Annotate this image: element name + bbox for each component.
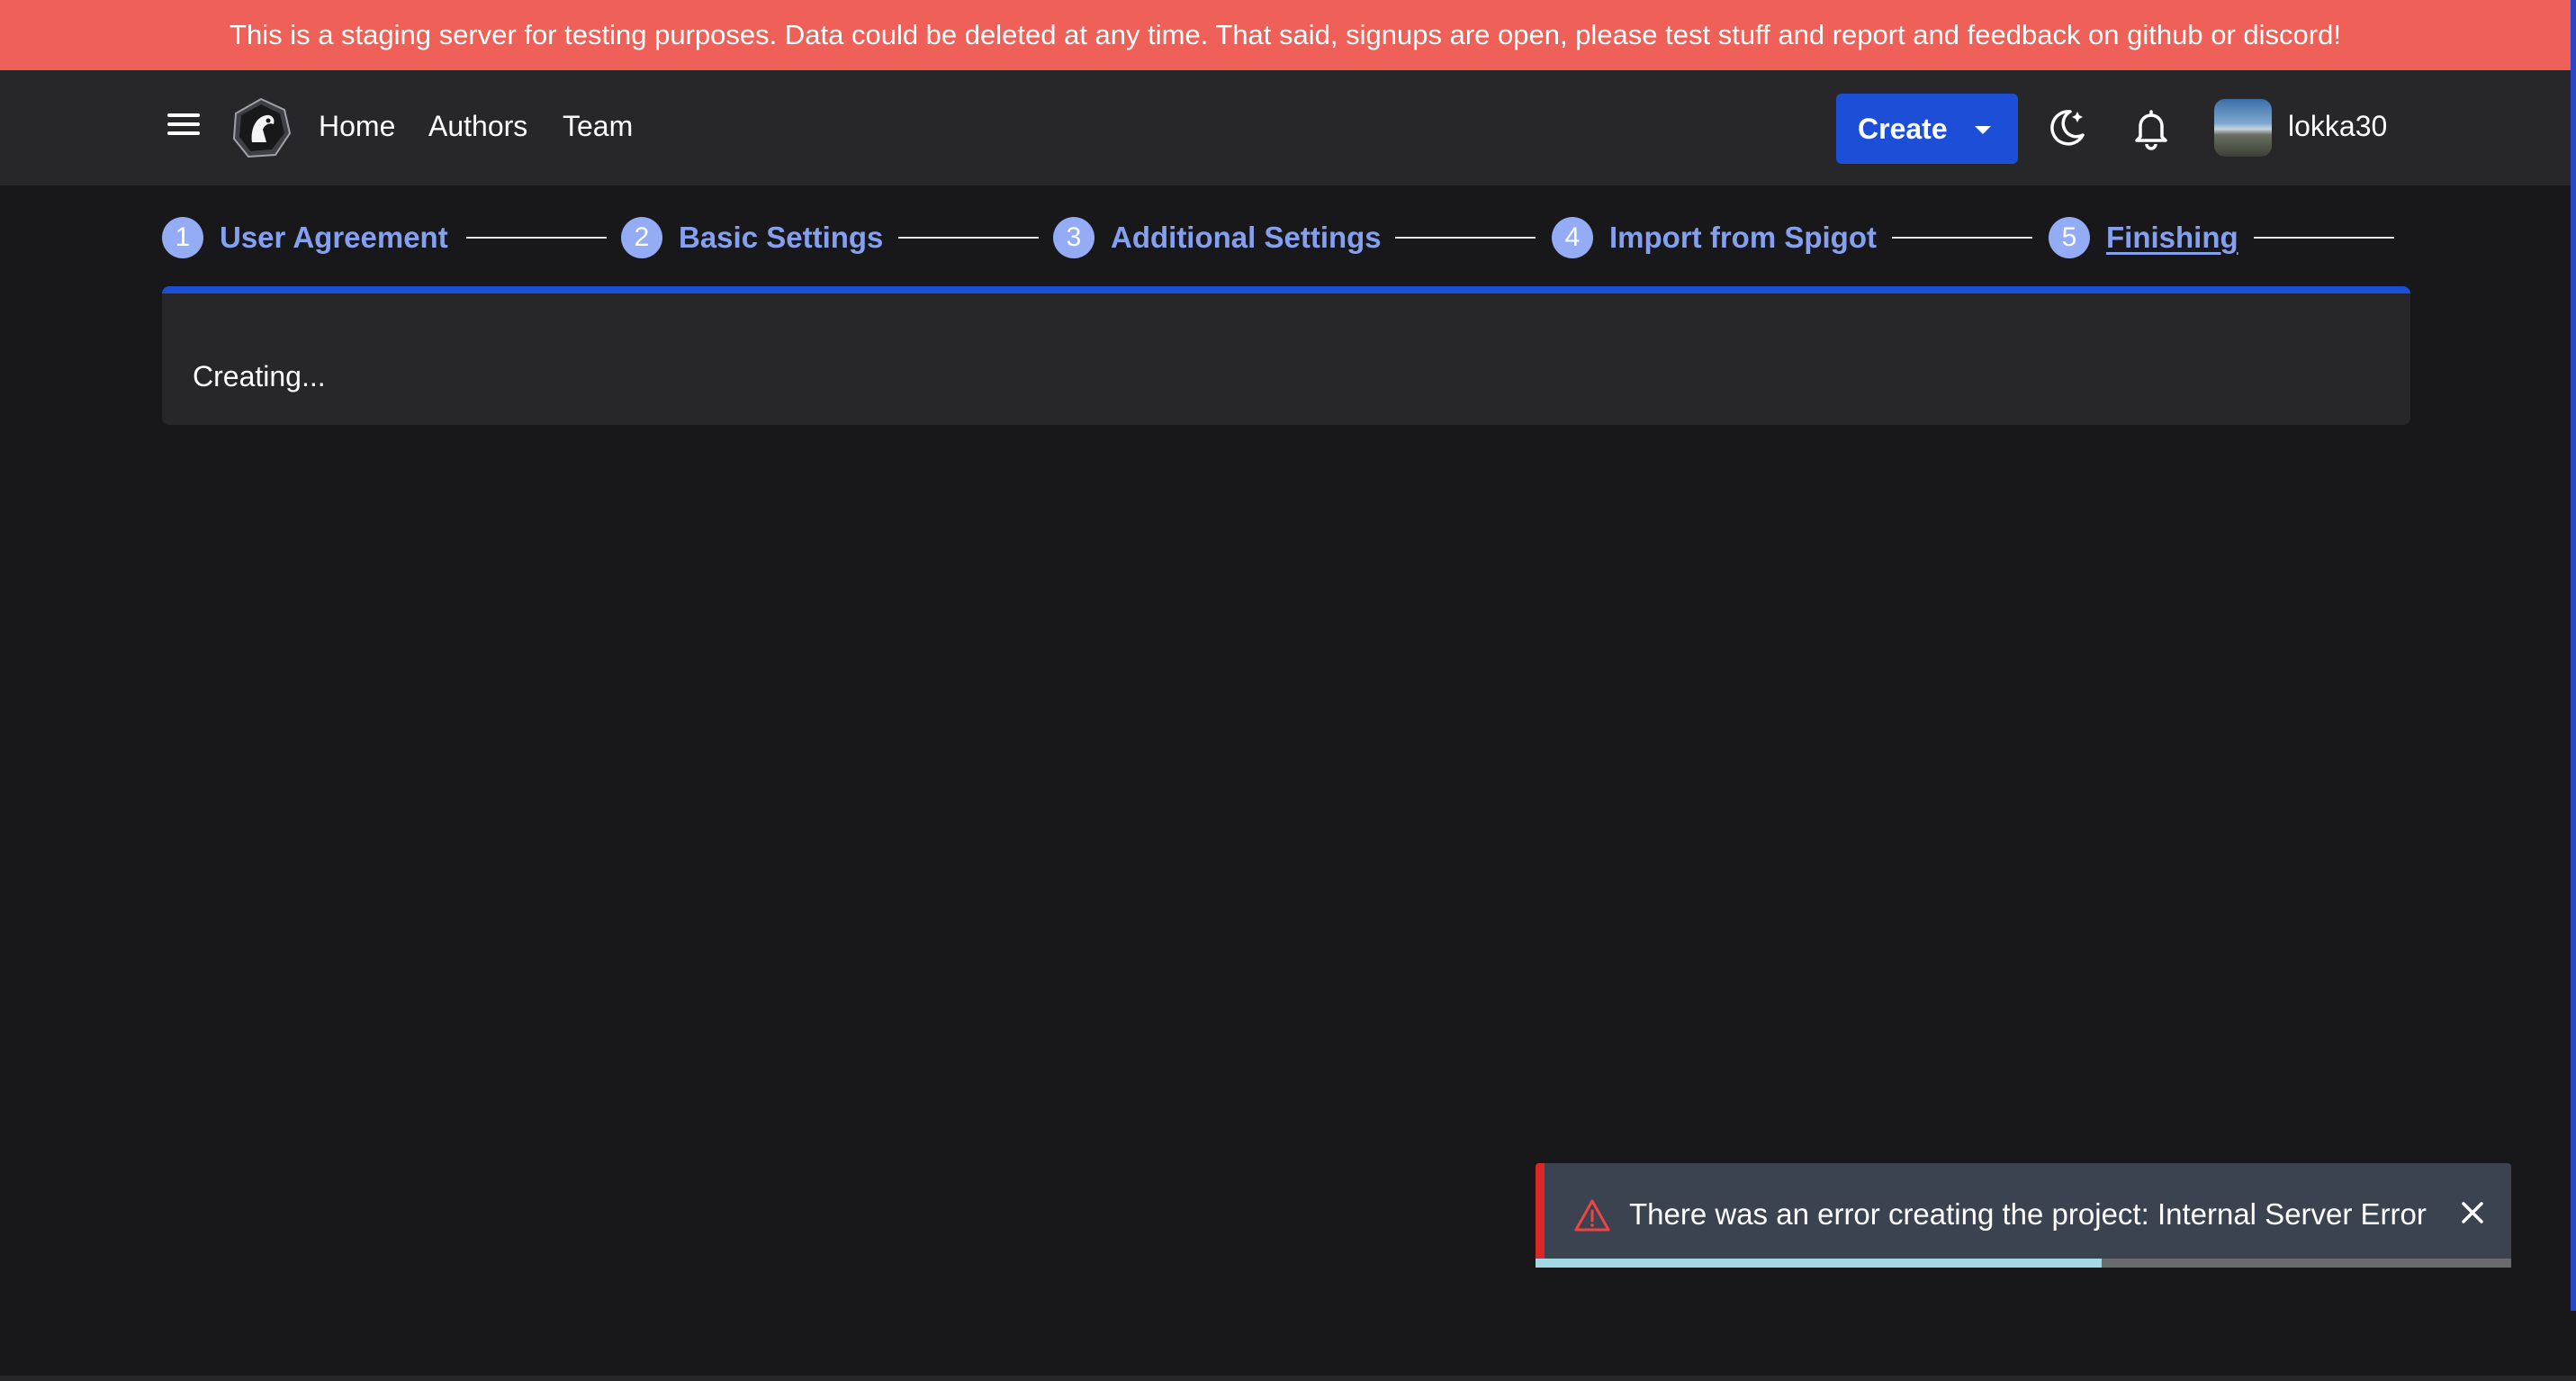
warning-triangle-icon — [1574, 1199, 1610, 1232]
bottom-strip — [0, 1376, 2576, 1381]
creating-status-text: Creating... — [193, 360, 326, 393]
step-connector — [466, 237, 607, 239]
step-number: 4 — [1552, 217, 1593, 258]
step-label: Basic Settings — [679, 221, 884, 254]
step-number: 2 — [621, 217, 662, 258]
toast-timer-fill — [1536, 1259, 2102, 1268]
step-basic-settings[interactable]: 2 Basic Settings — [621, 214, 883, 261]
toast-message: There was an error creating the project:… — [1629, 1197, 2427, 1231]
nav-authors-link[interactable]: Authors — [428, 110, 527, 143]
step-additional-settings[interactable]: 3 Additional Settings — [1053, 214, 1382, 261]
create-dropdown-button[interactable]: Create — [1836, 94, 2018, 164]
step-label: Additional Settings — [1111, 221, 1382, 254]
create-button-label: Create — [1858, 112, 1948, 145]
username-link[interactable]: lokka30 — [2288, 110, 2387, 143]
step-user-agreement[interactable]: 1 User Agreement — [162, 214, 448, 261]
toast-timer-progress — [1536, 1259, 2511, 1268]
step-connector — [2254, 237, 2394, 239]
finishing-card: Creating... — [162, 286, 2410, 425]
step-import-from-spigot[interactable]: 4 Import from Spigot — [1552, 214, 1877, 261]
caret-down-icon — [1975, 126, 1991, 134]
page: This is a staging server for testing pur… — [0, 0, 2576, 1381]
step-finishing[interactable]: 5 Finishing — [2049, 214, 2238, 261]
user-avatar[interactable] — [2214, 99, 2272, 157]
top-navbar: Home Authors Team Create lokka30 — [0, 70, 2571, 185]
staging-banner: This is a staging server for testing pur… — [0, 0, 2571, 70]
step-connector — [898, 237, 1039, 239]
hamburger-menu-icon[interactable] — [162, 110, 205, 146]
step-label-active: Finishing — [2106, 221, 2238, 254]
notifications-bell-icon[interactable] — [2128, 104, 2175, 151]
error-toast: There was an error creating the project:… — [1536, 1163, 2511, 1268]
step-connector — [1892, 237, 2032, 239]
step-number: 3 — [1053, 217, 1094, 258]
step-label: Import from Spigot — [1609, 221, 1877, 254]
project-creation-stepper: 1 User Agreement 2 Basic Settings 3 Addi… — [162, 214, 2394, 261]
close-icon[interactable] — [2457, 1197, 2488, 1228]
step-number: 5 — [2049, 217, 2090, 258]
nav-team-link[interactable]: Team — [563, 110, 633, 143]
step-number: 1 — [162, 217, 203, 258]
scrollbar-accent — [2571, 0, 2576, 1311]
staging-banner-text: This is a staging server for testing pur… — [230, 19, 2341, 50]
site-logo-icon[interactable] — [230, 97, 292, 158]
dark-mode-toggle-icon[interactable] — [2043, 104, 2090, 151]
step-connector — [1395, 237, 1536, 239]
step-label: User Agreement — [220, 221, 448, 254]
nav-home-link[interactable]: Home — [319, 110, 395, 143]
